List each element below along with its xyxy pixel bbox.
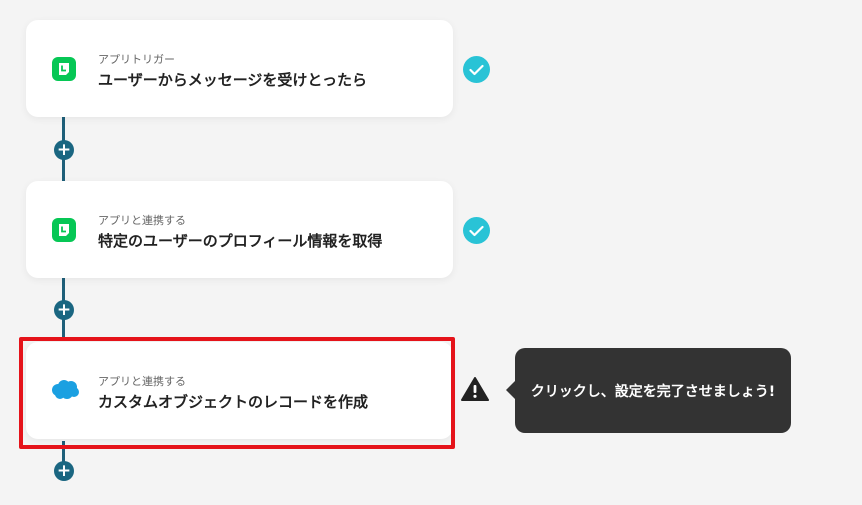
line-icon bbox=[52, 57, 76, 81]
setup-tooltip: クリックし、設定を完了させましょう! bbox=[506, 348, 791, 433]
add-step-button[interactable]: + bbox=[54, 461, 74, 481]
add-step-button[interactable]: + bbox=[54, 300, 74, 320]
step-label: アプリと連携する bbox=[98, 214, 186, 227]
add-step-button[interactable]: + bbox=[54, 140, 74, 160]
step-label: アプリと連携する bbox=[98, 375, 186, 388]
step-complete-check-icon bbox=[463, 56, 490, 83]
flow-step-card-create-record[interactable]: アプリと連携する カスタムオブジェクトのレコードを作成 bbox=[26, 342, 453, 439]
plus-icon: + bbox=[56, 139, 72, 160]
plus-icon: + bbox=[56, 299, 72, 320]
step-label: アプリトリガー bbox=[98, 53, 175, 66]
plus-icon: + bbox=[56, 460, 72, 481]
step-complete-check-icon bbox=[463, 217, 490, 244]
warning-icon bbox=[461, 377, 489, 401]
flow-step-card-get-profile[interactable]: アプリと連携する 特定のユーザーのプロフィール情報を取得 bbox=[26, 181, 453, 278]
step-title: 特定のユーザーのプロフィール情報を取得 bbox=[98, 232, 383, 250]
step-title: カスタムオブジェクトのレコードを作成 bbox=[98, 393, 369, 411]
step-title: ユーザーからメッセージを受けとったら bbox=[98, 71, 367, 89]
flow-step-card-trigger[interactable]: アプリトリガー ユーザーからメッセージを受けとったら bbox=[26, 20, 453, 117]
line-icon bbox=[52, 218, 76, 242]
salesforce-icon bbox=[52, 380, 79, 399]
tooltip-text: クリックし、設定を完了させましょう! bbox=[530, 383, 776, 400]
